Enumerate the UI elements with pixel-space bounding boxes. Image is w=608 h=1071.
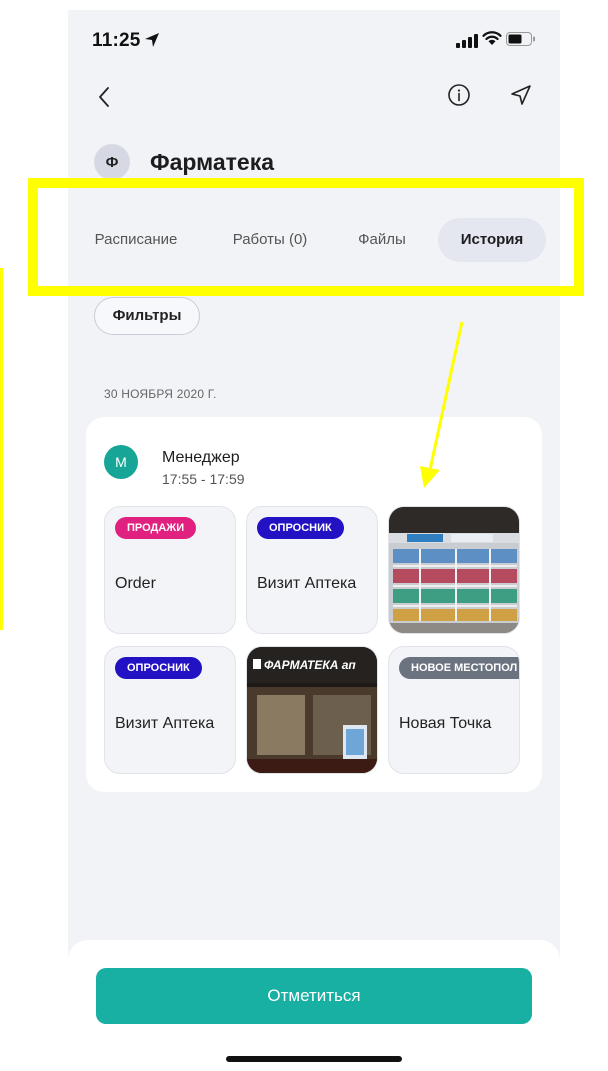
- visit-time-range: 17:55 - 17:59: [162, 471, 245, 487]
- status-time: 11:25: [92, 30, 141, 51]
- history-date: 30 НОЯБРЯ 2020 Г.: [104, 387, 217, 401]
- left-edge-highlight: [0, 268, 3, 630]
- wifi-icon: [482, 31, 502, 45]
- screenshot-stage: 11:25 Ф Фарматека Расписание Работы (0) …: [0, 0, 608, 1071]
- status-bar: 11:25: [68, 10, 560, 60]
- manager-name: Менеджер: [162, 449, 240, 466]
- pharmacy-shelves-photo: [389, 507, 519, 633]
- activity-tile[interactable]: ПРОДАЖИ Order: [104, 506, 236, 634]
- page-title: Фарматека: [150, 148, 275, 175]
- page-header: Ф Фарматека: [94, 142, 274, 182]
- activity-tile[interactable]: ОПРОСНИК Визит Аптека: [104, 646, 236, 774]
- store-avatar: Ф: [94, 144, 130, 180]
- bottom-action-bar: Отметиться: [68, 940, 560, 1071]
- activity-label: Новая Точка: [399, 715, 492, 732]
- photo-tile-shelves[interactable]: [388, 506, 520, 634]
- back-chevron-icon[interactable]: [94, 84, 116, 110]
- filters-button[interactable]: Фильтры: [94, 297, 200, 335]
- activity-label: Визит Аптека: [257, 575, 357, 592]
- pharmacy-storefront-photo: ФАРМАТЕКА ап: [247, 647, 377, 773]
- activity-label: Order: [115, 575, 156, 592]
- activity-tag: НОВОЕ МЕСТОПОЛ: [399, 657, 519, 679]
- location-arrow-icon: [145, 33, 159, 47]
- battery-icon: [506, 32, 535, 46]
- activity-label: Визит Аптека: [115, 715, 215, 732]
- history-entry-card[interactable]: M Менеджер 17:55 - 17:59 ПРОДАЖИ Order О…: [86, 417, 542, 792]
- highlight-box: [28, 178, 584, 296]
- home-indicator[interactable]: [226, 1056, 402, 1062]
- activity-tag: ПРОДАЖИ: [115, 517, 197, 539]
- activity-tile[interactable]: ОПРОСНИК Визит Аптека: [246, 506, 378, 634]
- activity-tag: ОПРОСНИК: [115, 657, 202, 679]
- cellular-signal-icon: [456, 34, 478, 48]
- phone-screen: 11:25 Ф Фарматека Расписание Работы (0) …: [68, 10, 560, 1071]
- storefront-sign-text: ФАРМАТЕКА ап: [264, 658, 356, 672]
- send-location-icon[interactable]: [508, 82, 534, 108]
- activity-tile[interactable]: НОВОЕ МЕСТОПОЛ Новая Точка: [388, 646, 520, 774]
- activity-tag: ОПРОСНИК: [257, 517, 344, 539]
- check-in-button[interactable]: Отметиться: [96, 968, 532, 1024]
- manager-avatar: M: [104, 445, 138, 479]
- info-icon[interactable]: [446, 82, 472, 108]
- photo-tile-storefront[interactable]: ФАРМАТЕКА ап: [246, 646, 378, 774]
